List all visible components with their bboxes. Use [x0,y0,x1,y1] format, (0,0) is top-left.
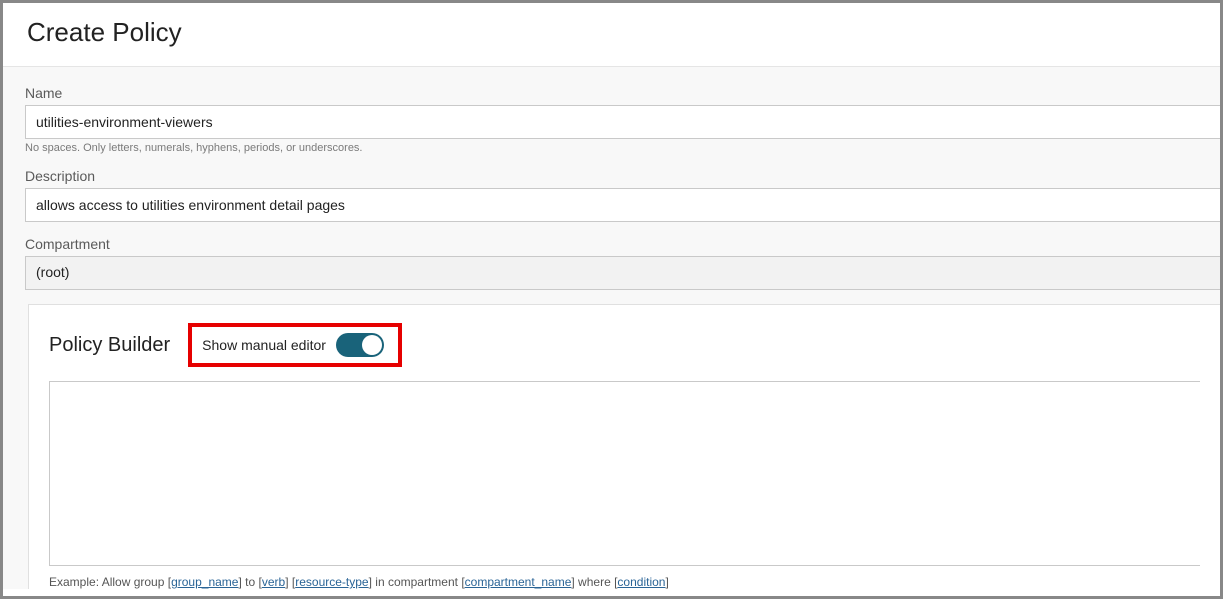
description-field-block: Description [25,168,1220,222]
form-area: Name No spaces. Only letters, numerals, … [3,67,1220,589]
manual-editor-toggle-label: Show manual editor [202,337,326,353]
policy-builder-header: Policy Builder Show manual editor [49,323,1200,367]
policy-builder-panel: Policy Builder Show manual editor Exampl… [28,304,1220,589]
compartment-readonly[interactable]: (root) [25,256,1220,290]
toggle-knob-icon [362,335,382,355]
compartment-label: Compartment [25,236,1220,252]
name-input[interactable] [25,105,1220,139]
name-field-block: Name No spaces. Only letters, numerals, … [25,85,1220,154]
example-condition-placeholder[interactable]: condition [617,575,665,589]
name-help-text: No spaces. Only letters, numerals, hyphe… [25,142,1220,154]
policy-editor-textarea[interactable] [49,381,1200,566]
example-in: in compartment [372,575,461,589]
name-label: Name [25,85,1220,101]
example-verb-placeholder[interactable]: verb [262,575,285,589]
example-prefix: Example: Allow group [49,575,168,589]
compartment-field-block: Compartment (root) [25,236,1220,290]
manual-editor-highlight: Show manual editor [188,323,402,367]
page-title: Create Policy [3,3,1220,67]
example-group-placeholder[interactable]: group_name [171,575,238,589]
example-resource-placeholder[interactable]: resource-type [295,575,368,589]
example-to: to [242,575,259,589]
description-input[interactable] [25,188,1220,222]
policy-example-text: Example: Allow group [group_name] to [ve… [49,575,1200,589]
example-where: where [575,575,614,589]
example-compartment-placeholder[interactable]: compartment_name [465,575,572,589]
description-label: Description [25,168,1220,184]
policy-builder-title: Policy Builder [49,334,170,357]
manual-editor-toggle[interactable] [336,333,384,357]
